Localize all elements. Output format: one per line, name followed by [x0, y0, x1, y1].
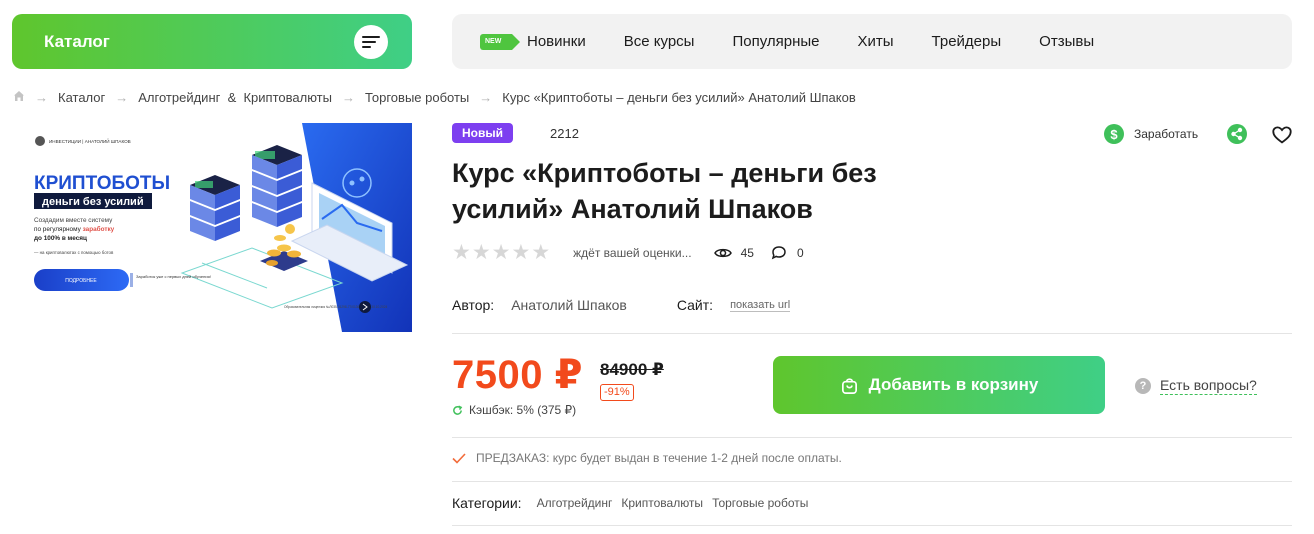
divider [452, 437, 1292, 438]
breadcrumb-current: Курс «Криптоботы – деньги без усилий» Ан… [502, 89, 856, 105]
banner-desc-3: до 100% в месяц [34, 235, 87, 242]
categories-label: Категории: [452, 495, 522, 511]
banner-desc-2: по регулярному заработку [34, 225, 115, 233]
banner-subheadline: деньги без усилий [42, 196, 144, 208]
breadcrumb-trading-robots[interactable]: Торговые роботы [365, 90, 469, 105]
course-banner-image[interactable]: ИНВЕСТИЦИИ | АНАТОЛИЙ ШПАКОВ КРИПТОБОТЫ … [12, 123, 412, 332]
nav-item-popular[interactable]: Популярные [732, 33, 819, 50]
share-icon[interactable] [1227, 124, 1247, 144]
nav-item-all-courses[interactable]: Все курсы [624, 33, 695, 50]
category-link-algotrading[interactable]: Алготрейдинг [537, 496, 613, 510]
breadcrumb-algotrading[interactable]: Алготрейдинг & Криптовалюты [138, 90, 332, 105]
categories-row: Категории: Алготрейдинг Криптовалюты Тор… [452, 495, 817, 511]
preorder-notice: ПРЕДЗАКАЗ: курс будет выдан в течение 1-… [452, 451, 842, 465]
coins-illustration [260, 224, 308, 271]
page-title: Курс «Криптоботы – деньги без усилий» Ан… [452, 158, 877, 224]
category-link-crypto[interactable]: Криптовалюты [621, 496, 703, 510]
author-label: Автор: [452, 297, 495, 313]
nav-item-hits[interactable]: Хиты [858, 33, 894, 50]
comment-icon [771, 245, 786, 259]
new-flag-badge: NEW [480, 33, 520, 50]
earn-label: Заработать [1134, 127, 1199, 141]
banner-desc-1: Создадим вместе систему [34, 217, 113, 224]
star-icon[interactable]: ★ [531, 242, 550, 264]
catalog-label: Каталог [44, 31, 110, 51]
show-url-link[interactable]: показать url [730, 299, 791, 312]
earn-button[interactable]: $ Заработать [1104, 124, 1198, 144]
shopping-bag-icon [841, 377, 857, 394]
rating-text: ждёт вашей оценки... [573, 246, 692, 260]
views-count: 45 [713, 246, 754, 260]
star-icon[interactable]: ★ [472, 242, 491, 264]
arrow-right-icon: → [115, 89, 129, 105]
divider [452, 481, 1292, 482]
dollar-icon: $ [1104, 124, 1124, 144]
catalog-button[interactable]: Каталог [12, 14, 412, 69]
banner-desc-4: — на криптовалютах с помощью ботов [34, 250, 114, 255]
star-icon[interactable]: ★ [492, 242, 511, 264]
home-icon[interactable] [13, 90, 25, 105]
breadcrumb-catalog[interactable]: Каталог [58, 90, 105, 105]
author-value[interactable]: Анатолий Шпаков [511, 297, 627, 313]
price-old: 84900 ₽ [600, 360, 664, 379]
menu-icon [354, 24, 388, 59]
comments-count[interactable]: 0 [770, 245, 804, 262]
site-label: Сайт: [676, 297, 714, 313]
eye-icon [713, 248, 732, 258]
product-sku: 2212 [550, 126, 579, 141]
divider [452, 333, 1292, 334]
arrow-right-icon: → [341, 89, 355, 105]
banner-note: Заработок уже с первых дней обучения! [136, 274, 211, 279]
heart-icon[interactable] [1271, 124, 1293, 146]
banner-author-line: ИНВЕСТИЦИИ | АНАТОЛИЙ ШПАКОВ [49, 137, 131, 144]
banner-fine-print: Образовательная лицензия №Л035-01298-77/… [284, 305, 387, 309]
price-current: 7500 ₽ [452, 353, 583, 397]
rating-row: ★ ★ ★ ★ ★ ждёт вашей оценки... 45 0 [452, 241, 820, 265]
star-icon[interactable]: ★ [511, 242, 530, 264]
star-icon[interactable]: ★ [452, 242, 471, 264]
banner-headline: КРИПТОБОТЫ [34, 173, 170, 194]
check-icon [452, 452, 466, 464]
author-site-row: Автор: Анатолий Шпаков Сайт: показать ur… [452, 297, 791, 313]
rating-stars[interactable]: ★ ★ ★ ★ ★ [452, 242, 551, 264]
category-link-trading-robots[interactable]: Торговые роботы [712, 496, 808, 510]
add-to-cart-button[interactable]: Добавить в корзину [773, 356, 1105, 414]
nav-item-traders[interactable]: Трейдеры [932, 33, 1002, 50]
cashback-info: Кэшбэк: 5% (375 ₽) [452, 403, 576, 417]
nav-item-novinki[interactable]: Новинки [527, 33, 586, 50]
nav-item-reviews[interactable]: Отзывы [1039, 33, 1094, 50]
arrow-right-icon: → [479, 89, 493, 105]
divider [452, 525, 1292, 526]
question-icon: ? [1135, 378, 1151, 394]
arrow-right-icon: → [35, 89, 48, 105]
new-badge: Новый [452, 123, 513, 143]
refresh-icon [453, 404, 463, 415]
top-nav: NEW Новинки Все курсы Популярные Хиты Тр… [452, 14, 1292, 69]
discount-badge: -91% [600, 384, 634, 401]
banner-button-label: ПОДРОБНЕЕ [65, 278, 97, 284]
breadcrumb: → Каталог → Алготрейдинг & Криптовалюты … [13, 88, 856, 106]
questions-link[interactable]: ? Есть вопросы? [1135, 377, 1257, 395]
